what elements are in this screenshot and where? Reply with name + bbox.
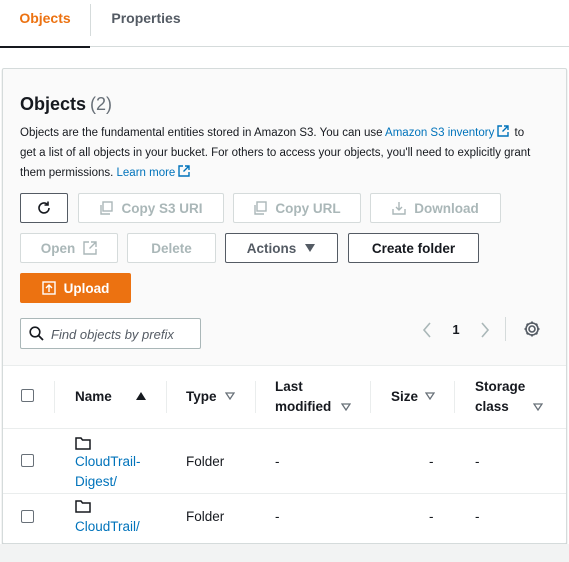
tab-bar: Objects Properties xyxy=(0,0,569,48)
previous-page-icon[interactable] xyxy=(419,320,435,340)
column-header-storage-class[interactable]: Storage class xyxy=(475,377,525,417)
description-text-1: Objects are the fundamental entities sto… xyxy=(20,127,386,139)
header-divider xyxy=(3,428,566,429)
copy-url-label: Copy URL xyxy=(275,200,341,216)
sort-ascending-icon[interactable] xyxy=(136,392,146,400)
inventory-link-text: Amazon S3 inventory xyxy=(385,127,495,139)
external-link-icon xyxy=(497,125,510,137)
copy-s3-uri-button[interactable]: Copy S3 URI xyxy=(78,193,224,223)
search-input[interactable] xyxy=(51,324,196,344)
create-folder-button[interactable]: Create folder xyxy=(348,233,479,263)
copy-url-button[interactable]: Copy URL xyxy=(233,193,361,223)
column-divider xyxy=(370,381,371,413)
column-header-name-label: Name xyxy=(75,389,112,404)
tab-properties[interactable]: Properties xyxy=(91,0,201,47)
tab-objects-label: Objects xyxy=(19,10,71,26)
row-divider xyxy=(3,493,566,494)
row-checkbox[interactable] xyxy=(21,510,34,523)
next-page-icon[interactable] xyxy=(477,320,493,340)
download-icon xyxy=(392,202,406,215)
column-divider xyxy=(454,381,455,413)
storage-class-cell: - xyxy=(475,509,480,524)
refresh-button[interactable] xyxy=(20,193,68,223)
sort-icon[interactable] xyxy=(341,403,351,411)
tab-properties-label: Properties xyxy=(111,10,181,26)
sort-icon[interactable] xyxy=(425,392,435,400)
caret-down-icon xyxy=(305,244,316,252)
folder-name-line-1: CloudTrail- xyxy=(75,454,141,469)
learn-more-link-text: Learn more xyxy=(116,167,176,179)
folder-link-cloudtrail[interactable]: CloudTrail/ xyxy=(75,517,140,537)
column-header-last-modified[interactable]: Last modified xyxy=(275,377,331,417)
download-button[interactable]: Download xyxy=(370,193,501,223)
panel-title: Objects (2) xyxy=(20,94,112,115)
page-background xyxy=(0,544,569,562)
pagination-divider xyxy=(505,317,506,341)
open-label: Open xyxy=(40,240,76,256)
column-header-last-modified-line-2: modified xyxy=(275,399,332,414)
last-modified-cell: - xyxy=(275,454,280,469)
create-folder-label: Create folder xyxy=(371,240,456,256)
inventory-link[interactable]: Amazon S3 inventory xyxy=(385,125,511,139)
copy-s3-uri-label: Copy S3 URI xyxy=(121,200,203,216)
type-cell: Folder xyxy=(186,509,225,524)
folder-icon xyxy=(75,437,91,450)
column-header-last-modified-line-1: Last xyxy=(275,379,303,394)
copy-icon xyxy=(254,201,268,215)
objects-panel: Objects (2) Objects are the fundamental e… xyxy=(2,68,567,544)
refresh-icon xyxy=(38,201,50,214)
copy-icon xyxy=(100,201,114,215)
folder-name-line-1: CloudTrail/ xyxy=(75,519,140,534)
delete-button[interactable]: Delete xyxy=(127,233,216,263)
gear-icon[interactable] xyxy=(522,319,542,339)
sort-icon[interactable] xyxy=(533,403,543,411)
column-header-storage-class-line-2: class xyxy=(475,399,509,414)
column-header-size-label: Size xyxy=(391,389,419,404)
sort-icon[interactable] xyxy=(225,392,235,400)
panel-title-text: Objects xyxy=(20,94,87,114)
column-divider xyxy=(255,381,256,413)
search-icon xyxy=(29,326,44,341)
active-tab-indicator xyxy=(0,46,90,48)
column-header-size[interactable]: Size xyxy=(391,387,418,407)
download-label: Download xyxy=(414,200,479,216)
column-divider xyxy=(166,381,167,413)
column-header-storage-class-line-1: Storage xyxy=(475,379,526,394)
select-all-checkbox[interactable] xyxy=(21,389,34,402)
learn-more-link[interactable]: Learn more xyxy=(116,165,193,179)
object-count: (2) xyxy=(90,94,113,114)
row-checkbox[interactable] xyxy=(21,454,34,467)
external-link-icon xyxy=(83,241,97,255)
delete-label: Delete xyxy=(151,240,192,256)
upload-label: Upload xyxy=(63,280,110,296)
actions-label: Actions xyxy=(246,240,297,256)
upload-icon xyxy=(41,281,56,295)
storage-class-cell: - xyxy=(475,454,480,469)
page-number[interactable]: 1 xyxy=(448,320,464,340)
last-modified-cell: - xyxy=(275,509,280,524)
size-cell: - xyxy=(429,454,434,469)
folder-link-cloudtrail-digest[interactable]: CloudTrail- Digest/ xyxy=(75,452,141,492)
panel-description: Objects are the fundamental entities sto… xyxy=(20,123,540,183)
column-header-name[interactable]: Name xyxy=(75,387,112,407)
column-header-type[interactable]: Type xyxy=(186,387,217,407)
type-cell: Folder xyxy=(186,454,225,469)
tab-objects[interactable]: Objects xyxy=(0,0,90,48)
objects-table: Name Type Last modified Size Storage cla… xyxy=(3,365,566,543)
actions-dropdown[interactable]: Actions xyxy=(225,233,338,263)
folder-icon xyxy=(75,500,91,513)
folder-name-line-2: Digest/ xyxy=(75,474,118,489)
column-header-type-label: Type xyxy=(186,389,217,404)
search-box xyxy=(20,318,201,349)
column-divider xyxy=(54,381,55,413)
size-cell: - xyxy=(429,509,434,524)
upload-button[interactable]: Upload xyxy=(20,273,131,303)
open-button[interactable]: Open xyxy=(20,233,118,263)
external-link-icon xyxy=(178,165,191,177)
